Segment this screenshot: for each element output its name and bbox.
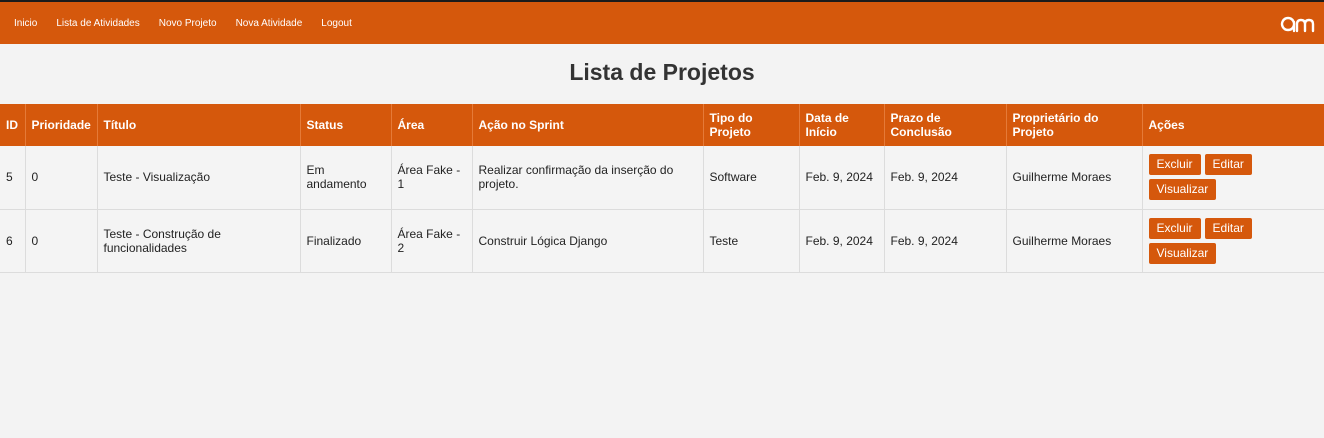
column-header-acao-sprint: Ação no Sprint: [472, 104, 704, 146]
cell-acoes: Excluir Editar Visualizar: [1142, 146, 1324, 210]
cell-acao-sprint: Construir Lógica Django: [472, 209, 704, 273]
nav-menu: Inicio Lista de Atividades Novo Projeto …: [14, 2, 371, 44]
nav-link-novo-projeto[interactable]: Novo Projeto: [159, 18, 217, 29]
nav-link-inicio[interactable]: Inicio: [14, 18, 37, 29]
cell-proprietario: Guilherme Moraes: [1006, 209, 1143, 273]
edit-button[interactable]: Editar: [1204, 154, 1252, 176]
cell-prazo-conclusao: Feb. 9, 2024: [884, 209, 1007, 273]
column-header-tipo-projeto: Tipo do Projeto: [703, 104, 800, 146]
cell-titulo: Teste - Visualização: [97, 146, 301, 210]
view-button[interactable]: Visualizar: [1148, 179, 1217, 201]
cell-status: Em andamento: [300, 146, 392, 210]
column-header-proprietario: Proprietário do Projeto: [1006, 104, 1143, 146]
cell-status: Finalizado: [300, 209, 392, 273]
table-row: 5 0 Teste - Visualização Em andamento Ár…: [0, 146, 1324, 210]
cell-acoes: Excluir Editar Visualizar: [1142, 209, 1324, 273]
page-title: Lista de Projetos: [569, 59, 755, 85]
cell-tipo-projeto: Teste: [703, 209, 800, 273]
cell-prioridade: 0: [25, 146, 98, 210]
cell-prioridade: 0: [25, 209, 98, 273]
column-header-titulo: Título: [97, 104, 301, 146]
cell-tipo-projeto: Software: [703, 146, 800, 210]
cell-data-inicio: Feb. 9, 2024: [799, 146, 885, 210]
nav-link-logout[interactable]: Logout: [321, 18, 352, 29]
view-button[interactable]: Visualizar: [1148, 242, 1217, 264]
nav-link-lista-atividades[interactable]: Lista de Atividades: [56, 18, 139, 29]
cell-prazo-conclusao: Feb. 9, 2024: [884, 146, 1007, 210]
cell-proprietario: Guilherme Moraes: [1006, 146, 1143, 210]
table-row: 6 0 Teste - Construção de funcionalidade…: [0, 209, 1324, 273]
column-header-area: Área: [391, 104, 473, 146]
top-navbar: Inicio Lista de Atividades Novo Projeto …: [0, 0, 1324, 44]
column-header-prioridade: Prioridade: [25, 104, 98, 146]
nav-link-nova-atividade[interactable]: Nova Atividade: [236, 18, 303, 29]
cell-acao-sprint: Realizar confirmação da inserção do proj…: [472, 146, 704, 210]
column-header-id: ID: [0, 104, 26, 146]
projects-table: ID Prioridade Título Status Área Ação no…: [0, 104, 1324, 273]
cell-titulo: Teste - Construção de funcionalidades: [97, 209, 301, 273]
logo-icon: [1280, 16, 1315, 33]
cell-data-inicio: Feb. 9, 2024: [799, 209, 885, 273]
table-header-row: ID Prioridade Título Status Área Ação no…: [0, 104, 1324, 146]
edit-button[interactable]: Editar: [1204, 217, 1252, 239]
cell-area: Área Fake - 1: [391, 146, 473, 210]
delete-button[interactable]: Excluir: [1148, 217, 1201, 239]
cell-id: 6: [0, 209, 26, 273]
cell-area: Área Fake - 2: [391, 209, 473, 273]
column-header-data-inicio: Data de Início: [799, 104, 885, 146]
delete-button[interactable]: Excluir: [1148, 154, 1201, 176]
cell-id: 5: [0, 146, 26, 210]
column-header-acoes: Ações: [1142, 104, 1324, 146]
column-header-status: Status: [300, 104, 392, 146]
column-header-prazo-conclusao: Prazo de Conclusão: [884, 104, 1007, 146]
